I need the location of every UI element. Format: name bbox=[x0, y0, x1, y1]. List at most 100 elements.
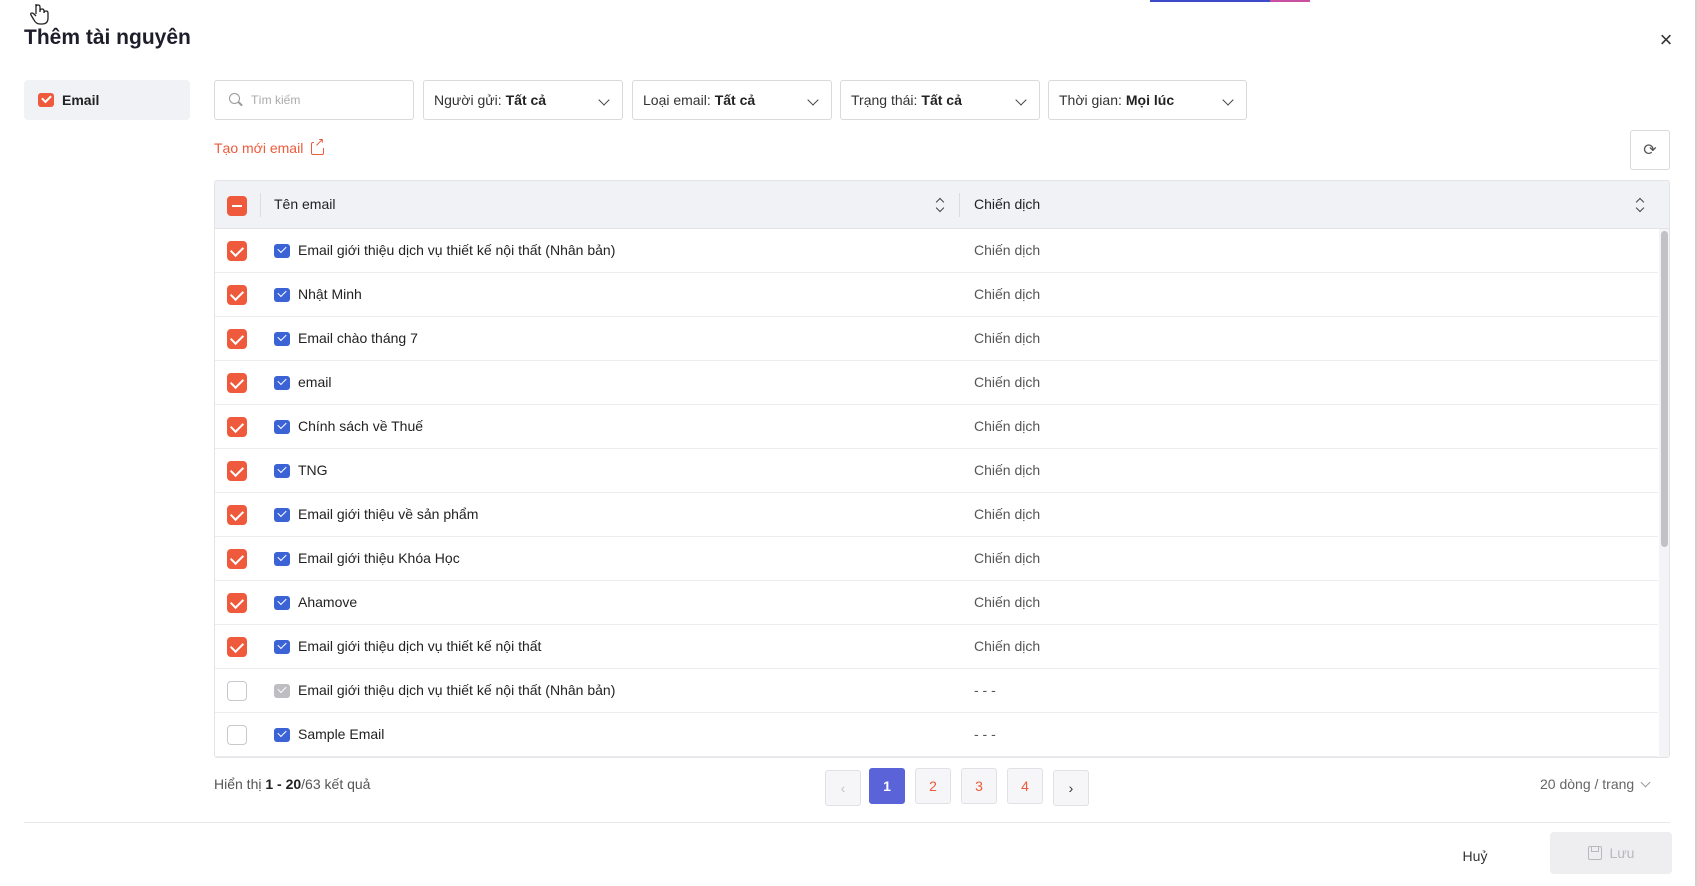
search-input[interactable] bbox=[251, 93, 401, 107]
row-checkbox[interactable] bbox=[227, 593, 247, 613]
email-campaign: Chiến dịch bbox=[974, 330, 1041, 346]
column-header-campaign[interactable]: Chiến dịch bbox=[974, 196, 1040, 212]
chevron-left-icon: ‹ bbox=[840, 780, 846, 796]
email-status-icon bbox=[274, 244, 290, 258]
sort-icon[interactable] bbox=[1635, 197, 1645, 213]
status-filter-select[interactable]: Trạng thái: Tất cả bbox=[840, 80, 1040, 120]
page-button-2[interactable]: 2 bbox=[915, 768, 951, 804]
status-filter-label: Trạng thái: bbox=[851, 92, 918, 108]
column-divider bbox=[260, 193, 261, 217]
table-row[interactable]: Email giới thiệu Khóa Học Chiến dịch bbox=[215, 537, 1658, 581]
time-filter-value: Mọi lúc bbox=[1125, 92, 1175, 108]
next-page-button[interactable]: › bbox=[1053, 770, 1089, 806]
table-row[interactable]: Ahamove Chiến dịch bbox=[215, 581, 1658, 625]
time-filter-select[interactable]: Thời gian: Mọi lúc bbox=[1048, 80, 1247, 120]
page-button-4[interactable]: 4 bbox=[1007, 768, 1043, 804]
column-divider bbox=[959, 193, 960, 217]
row-checkbox[interactable] bbox=[227, 285, 247, 305]
create-email-label: Tạo mới email bbox=[214, 140, 304, 156]
table-row[interactable]: Email giới thiệu về sản phẩm Chiến dịch bbox=[215, 493, 1658, 537]
refresh-button[interactable]: ⟳ bbox=[1630, 130, 1670, 170]
prev-page-button[interactable]: ‹ bbox=[825, 770, 861, 806]
row-checkbox[interactable] bbox=[227, 241, 247, 261]
page-button-1[interactable]: 1 bbox=[869, 768, 905, 804]
chevron-right-icon: › bbox=[1068, 780, 1074, 796]
email-campaign: Chiến dịch bbox=[974, 286, 1041, 302]
row-checkbox[interactable] bbox=[227, 505, 247, 525]
table-row[interactable]: Email giới thiệu dịch vụ thiết kế nội th… bbox=[215, 669, 1658, 713]
row-checkbox[interactable] bbox=[227, 681, 247, 701]
email-campaign: Chiến dịch bbox=[974, 418, 1041, 434]
email-type-filter-label: Loại email: bbox=[643, 92, 711, 108]
table-row[interactable]: Sample Email - - - bbox=[215, 713, 1658, 757]
scrollbar-thumb[interactable] bbox=[1661, 231, 1668, 547]
email-campaign: Chiến dịch bbox=[974, 506, 1041, 522]
hand-cursor-icon bbox=[30, 4, 49, 25]
email-campaign: - - - bbox=[974, 682, 996, 698]
email-name: Chính sách về Thuế bbox=[298, 418, 424, 434]
email-status-icon bbox=[274, 464, 290, 478]
row-checkbox[interactable] bbox=[227, 725, 247, 745]
row-checkbox[interactable] bbox=[227, 417, 247, 437]
table-row[interactable]: Email giới thiệu dịch vụ thiết kế nội th… bbox=[215, 625, 1658, 669]
time-filter-label: Thời gian: bbox=[1059, 92, 1122, 108]
row-checkbox[interactable] bbox=[227, 549, 247, 569]
email-status-icon bbox=[274, 596, 290, 610]
table-row[interactable]: email Chiến dịch bbox=[215, 361, 1658, 405]
row-checkbox[interactable] bbox=[227, 461, 247, 481]
create-email-link[interactable]: Tạo mới email bbox=[214, 135, 325, 156]
email-name: Sample Email bbox=[298, 726, 385, 742]
close-icon[interactable]: × bbox=[1654, 28, 1678, 52]
table-row[interactable]: Email chào tháng 7 Chiến dịch bbox=[215, 317, 1658, 361]
email-name: TNG bbox=[298, 462, 328, 478]
email-name: email bbox=[298, 374, 332, 390]
email-status-icon bbox=[274, 552, 290, 566]
sidebar-item-email[interactable]: Email bbox=[24, 80, 190, 120]
status-filter-value: Tất cả bbox=[921, 92, 962, 108]
sender-filter-select[interactable]: Người gửi: Tất cả bbox=[423, 80, 623, 120]
table-header: Tên email Chiến dịch bbox=[215, 181, 1669, 229]
row-checkbox[interactable] bbox=[227, 329, 247, 349]
email-campaign: Chiến dịch bbox=[974, 638, 1041, 654]
row-checkbox[interactable] bbox=[227, 373, 247, 393]
sidebar-item-label: Email bbox=[62, 92, 100, 108]
cancel-button[interactable]: Huỷ bbox=[1430, 836, 1520, 876]
summary-total: /63 bbox=[301, 776, 321, 792]
save-button-label: Lưu bbox=[1609, 845, 1635, 861]
sender-filter-value: Tất cả bbox=[505, 92, 547, 108]
table-row[interactable]: Chính sách về Thuế Chiến dịch bbox=[215, 405, 1658, 449]
external-link-icon bbox=[311, 135, 325, 155]
result-summary: Hiển thị 1 - 20/63 kết quả bbox=[214, 776, 370, 792]
email-type-filter-select[interactable]: Loại email: Tất cả bbox=[632, 80, 832, 120]
row-checkbox[interactable] bbox=[227, 637, 247, 657]
page-button-3[interactable]: 3 bbox=[961, 768, 997, 804]
email-name: Nhật Minh bbox=[298, 286, 362, 302]
email-name: Email giới thiệu dịch vụ thiết kế nội th… bbox=[298, 638, 542, 654]
sort-icon[interactable] bbox=[935, 197, 945, 213]
email-table: Tên email Chiến dịch Email giới thiệu dị… bbox=[214, 180, 1670, 758]
mail-icon bbox=[38, 93, 54, 107]
chevron-down-icon bbox=[1015, 94, 1027, 106]
column-header-email-name[interactable]: Tên email bbox=[274, 196, 335, 212]
table-row[interactable]: TNG Chiến dịch bbox=[215, 449, 1658, 493]
table-body: Email giới thiệu dịch vụ thiết kế nội th… bbox=[215, 229, 1658, 757]
email-status-icon bbox=[274, 332, 290, 346]
table-row[interactable]: Email giới thiệu dịch vụ thiết kế nội th… bbox=[215, 229, 1658, 273]
refresh-icon: ⟳ bbox=[1643, 142, 1657, 159]
email-name: Ahamove bbox=[298, 594, 358, 610]
search-box[interactable] bbox=[214, 80, 414, 120]
email-status-icon bbox=[274, 640, 290, 654]
email-campaign: Chiến dịch bbox=[974, 594, 1041, 610]
table-row[interactable]: Nhật Minh Chiến dịch bbox=[215, 273, 1658, 317]
select-all-checkbox[interactable] bbox=[227, 196, 247, 216]
email-campaign: - - - bbox=[974, 726, 996, 742]
sender-filter-label: Người gửi: bbox=[434, 92, 502, 108]
email-campaign: Chiến dịch bbox=[974, 550, 1041, 566]
email-name: Email giới thiệu dịch vụ thiết kế nội th… bbox=[298, 682, 616, 698]
save-button[interactable]: Lưu bbox=[1550, 832, 1672, 874]
chevron-down-icon bbox=[598, 94, 610, 106]
page-size-select[interactable]: 20 dòng / trang bbox=[1540, 776, 1651, 792]
chevron-down-icon bbox=[807, 94, 819, 106]
email-status-icon bbox=[274, 376, 290, 390]
summary-range: 1 - 20 bbox=[265, 776, 302, 792]
